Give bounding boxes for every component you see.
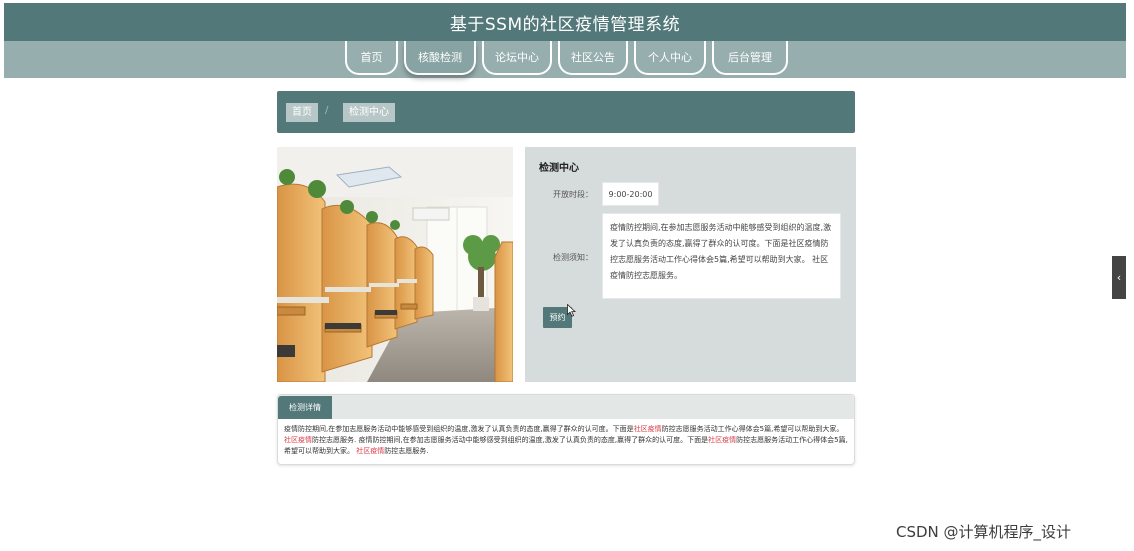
highlight-keyword: 社区疫情	[284, 436, 312, 444]
highlight-keyword: 社区疫情	[633, 425, 662, 433]
highlight-keyword: 社区疫情	[356, 447, 385, 455]
nav-item-profile[interactable]: 个人中心	[634, 41, 706, 75]
chevron-left-icon: ‹	[1116, 271, 1122, 284]
breadcrumb-home[interactable]: 首页	[286, 103, 318, 122]
breadcrumb-separator: /	[325, 105, 329, 116]
detail-text-segment: 防控志愿服务.	[384, 447, 429, 455]
tab-detail[interactable]: 检测详情	[278, 396, 332, 419]
nav-item-forum[interactable]: 论坛中心	[482, 41, 552, 75]
nav-item-label: 社区公告	[571, 51, 615, 64]
nav-item-nucleic-test[interactable]: 核酸检测	[404, 41, 476, 75]
notice-value: 疫情防控期间,在参加志愿服务活动中能够感受到组织的温度,激发了认真负责的态度,赢…	[602, 213, 841, 299]
site-header: 基于SSM的社区疫情管理系统	[4, 3, 1126, 41]
watermark: CSDN @计算机程序_设计	[896, 523, 1072, 541]
test-center-info-panel: 检测中心 开放时段： 9:00-20:00 检测须知： 疫情防控期间,在参加志愿…	[525, 147, 856, 382]
breadcrumb: 首页 / 检测中心	[277, 91, 855, 133]
study-room-image	[277, 147, 513, 382]
detail-text-segment: 防控志愿服务. 疫情防控期间,在参加志愿服务活动中能够感受到组织的温度,激发了认…	[312, 436, 709, 444]
hours-label: 开放时段：	[553, 190, 593, 199]
site-title: 基于SSM的社区疫情管理系统	[449, 14, 681, 35]
test-center-photo	[277, 147, 513, 382]
detail-card: 检测详情 疫情防控期间,在参加志愿服务活动中能够感受到组织的温度,激发了认真负责…	[277, 394, 855, 465]
nav-item-label: 首页	[360, 51, 383, 64]
nav-item-label: 个人中心	[648, 51, 692, 64]
nav-item-label: 后台管理	[728, 51, 772, 64]
detail-tabbar: 检测详情	[278, 395, 854, 419]
nav-item-announcements[interactable]: 社区公告	[558, 41, 628, 75]
panel-title: 检测中心	[539, 163, 579, 174]
nav-item-label: 论坛中心	[495, 51, 539, 64]
nav-item-admin[interactable]: 后台管理	[712, 41, 788, 75]
mouse-cursor-icon	[567, 302, 577, 321]
breadcrumb-current: 检测中心	[343, 103, 395, 122]
detail-text-segment: 疫情防控期间,在参加志愿服务活动中能够感受到组织的温度,激发了认真负责的态度,赢…	[284, 425, 634, 433]
notice-label: 检测须知：	[553, 253, 593, 262]
nav-item-label: 核酸检测	[418, 51, 462, 64]
side-panel-toggle[interactable]: ‹	[1112, 256, 1126, 299]
highlight-keyword: 社区疫情	[708, 436, 737, 444]
main-nav: 首页 核酸检测 论坛中心 社区公告 个人中心 后台管理	[4, 41, 1126, 78]
detail-text: 疫情防控期间,在参加志愿服务活动中能够感受到组织的温度,激发了认真负责的态度,赢…	[278, 419, 854, 457]
page: 基于SSM的社区疫情管理系统 首页 核酸检测 论坛中心 社区公告 个人中心 后台…	[0, 0, 1134, 551]
nav-item-home[interactable]: 首页	[345, 41, 398, 75]
detail-text-segment: 防控志愿服务活动工作心得体会5篇,希望可以帮助到大家。	[661, 425, 844, 433]
hours-value: 9:00-20:00	[602, 182, 659, 206]
nav-list: 首页 核酸检测 论坛中心 社区公告 个人中心 后台管理	[345, 41, 794, 78]
